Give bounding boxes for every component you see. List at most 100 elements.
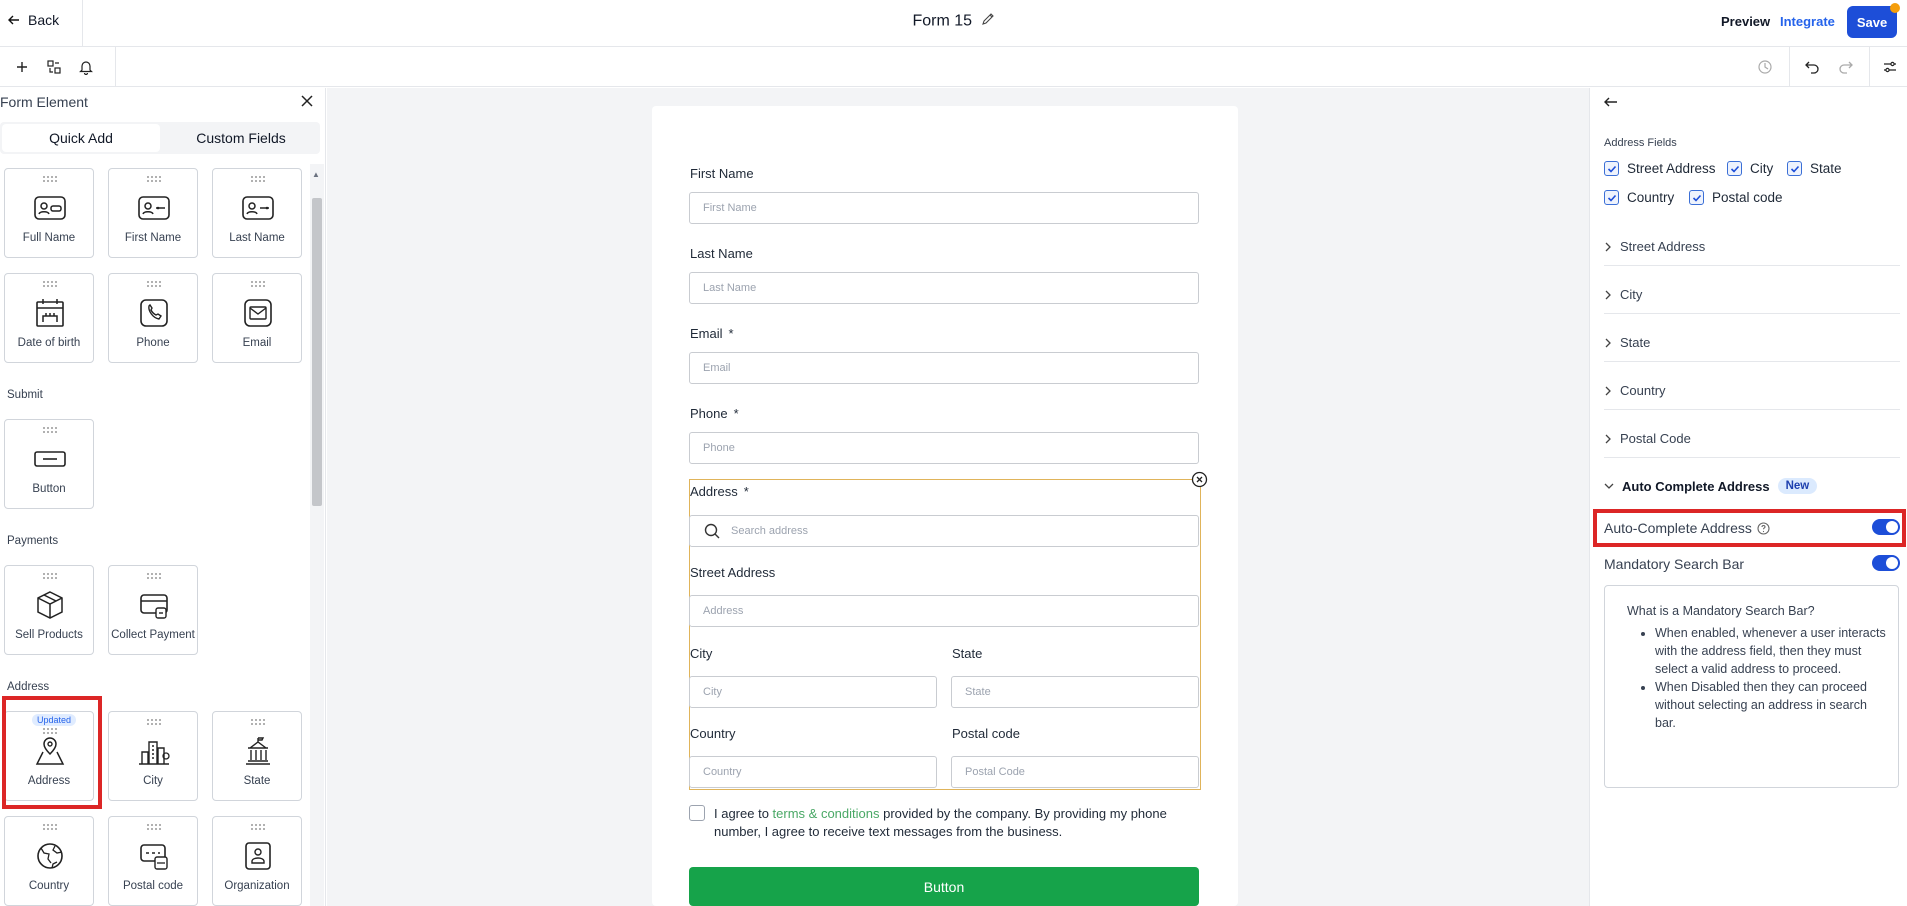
drag-handle-icon	[43, 728, 57, 734]
element-address[interactable]: Updated Address	[4, 711, 94, 801]
element-country[interactable]: Country	[4, 816, 94, 906]
element-label: Email	[242, 337, 272, 349]
required-mark: *	[733, 406, 739, 421]
scrollbar-thumb[interactable]	[312, 198, 322, 506]
layers-icon[interactable]	[44, 57, 64, 77]
street-address-input[interactable]: Address	[689, 595, 1199, 627]
drag-handle-icon	[251, 824, 265, 830]
tab-custom-fields[interactable]: Custom Fields	[162, 124, 320, 152]
mandatory-search-label: Mandatory Search Bar	[1604, 556, 1745, 572]
terms-prefix: I agree to	[714, 806, 773, 821]
phone-label-text: Phone	[690, 406, 728, 421]
element-city[interactable]: City	[108, 711, 198, 801]
accordion-postal-code[interactable]: Postal Code	[1604, 420, 1900, 458]
search-placeholder: Search address	[731, 525, 809, 537]
mandatory-search-toggle[interactable]	[1872, 555, 1900, 571]
remove-field-icon[interactable]	[1191, 471, 1208, 488]
postal-code-input[interactable]: Postal Code	[951, 756, 1199, 788]
drag-handle-icon	[43, 176, 57, 182]
checkbox-country[interactable]: Country	[1604, 190, 1674, 205]
country-input[interactable]: Country	[689, 756, 937, 788]
address-fields-label: Address Fields	[1604, 137, 1677, 149]
close-icon[interactable]	[300, 94, 314, 111]
tab-quick-add[interactable]: Quick Add	[2, 124, 160, 152]
element-label: Date of birth	[17, 337, 81, 349]
terms-checkbox[interactable]	[689, 805, 705, 821]
element-state[interactable]: State	[212, 711, 302, 801]
element-button[interactable]: Button	[4, 419, 94, 509]
undo-icon[interactable]	[1802, 57, 1822, 77]
accordion-label: City	[1620, 287, 1643, 302]
phone-input[interactable]: Phone	[689, 432, 1199, 464]
checkbox-city[interactable]: City	[1727, 161, 1773, 176]
id-card-icon	[138, 196, 170, 220]
settings-sliders-icon[interactable]	[1880, 57, 1900, 77]
element-label: Sell Products	[15, 629, 83, 641]
checkbox-state[interactable]: State	[1787, 161, 1842, 176]
redo-icon[interactable]	[1836, 57, 1856, 77]
element-postal-code[interactable]: Postal code	[108, 816, 198, 906]
element-full-name[interactable]: Full Name	[4, 168, 94, 258]
scroll-up-icon[interactable]: ▲	[312, 170, 320, 179]
element-first-name[interactable]: First Name	[108, 168, 198, 258]
element-email[interactable]: Email	[212, 273, 302, 363]
checkbox-postal-code[interactable]: Postal code	[1689, 190, 1783, 205]
form-title-text: Form 15	[912, 12, 973, 30]
element-label: Collect Payment	[111, 629, 195, 641]
section-address: Address	[7, 681, 50, 693]
email-input[interactable]: Email	[689, 352, 1199, 384]
element-label: City	[143, 775, 163, 787]
phone-label: Phone *	[690, 406, 739, 421]
checkbox-label: Street Address	[1627, 161, 1716, 176]
state-input[interactable]: State	[951, 676, 1199, 708]
toggle-knob	[1886, 557, 1898, 569]
city-input[interactable]: City	[689, 676, 937, 708]
divider	[1789, 47, 1790, 87]
integrate-button[interactable]: Integrate	[1780, 14, 1835, 29]
element-label: Full Name	[22, 232, 76, 244]
preview-button[interactable]: Preview	[1721, 14, 1770, 29]
form-submit-button[interactable]: Button	[689, 867, 1199, 906]
new-badge: New	[1777, 478, 1818, 494]
checkbox-street-address[interactable]: Street Address	[1604, 161, 1716, 176]
chevron-right-icon	[1605, 434, 1611, 443]
checkbox-checked-icon	[1689, 190, 1704, 205]
accordion-state[interactable]: State	[1604, 324, 1900, 362]
accordion-street-address[interactable]: Street Address	[1604, 228, 1900, 266]
form-title[interactable]: Form 15	[0, 12, 1907, 31]
element-collect-payment[interactable]: Collect Payment	[108, 565, 198, 655]
back-arrow-icon[interactable]	[1604, 96, 1618, 111]
terms-link[interactable]: terms & conditions	[773, 806, 880, 821]
mandatory-search-info: What is a Mandatory Search Bar? When ena…	[1604, 585, 1899, 788]
pencil-icon[interactable]	[981, 12, 995, 31]
postal-code-icon	[140, 844, 168, 870]
search-icon	[704, 523, 720, 539]
drag-handle-icon	[147, 281, 161, 287]
terms-text: I agree to terms & conditions provided b…	[714, 805, 1204, 841]
accordion-country[interactable]: Country	[1604, 372, 1900, 410]
accordion-city[interactable]: City	[1604, 276, 1900, 314]
first-name-input[interactable]: First Name	[689, 192, 1199, 224]
element-organization[interactable]: Organization	[212, 816, 302, 906]
info-point: When Disabled then they can proceed with…	[1655, 678, 1886, 732]
plus-icon[interactable]	[12, 57, 32, 77]
toggle-knob	[1886, 521, 1898, 533]
auto-complete-toggle[interactable]	[1872, 519, 1900, 535]
element-sell-products[interactable]: Sell Products	[4, 565, 94, 655]
save-button[interactable]: Save	[1847, 3, 1900, 38]
element-label: Phone	[136, 337, 170, 349]
street-address-label: Street Address	[690, 565, 776, 580]
history-icon[interactable]	[1755, 57, 1775, 77]
info-title: What is a Mandatory Search Bar?	[1627, 604, 1815, 618]
accordion-auto-complete-address[interactable]: Auto Complete Address New	[1604, 467, 1900, 505]
element-last-name[interactable]: Last Name	[212, 168, 302, 258]
help-circle-icon[interactable]	[1757, 521, 1770, 535]
last-name-input[interactable]: Last Name	[689, 272, 1199, 304]
email-label: Email *	[690, 326, 734, 341]
address-search-input[interactable]: Search address	[689, 515, 1199, 547]
drag-handle-icon	[251, 281, 265, 287]
element-phone[interactable]: Phone	[108, 273, 198, 363]
element-date-of-birth[interactable]: Date of birth	[4, 273, 94, 363]
bell-icon[interactable]	[76, 57, 96, 77]
drag-handle-icon	[251, 719, 265, 725]
